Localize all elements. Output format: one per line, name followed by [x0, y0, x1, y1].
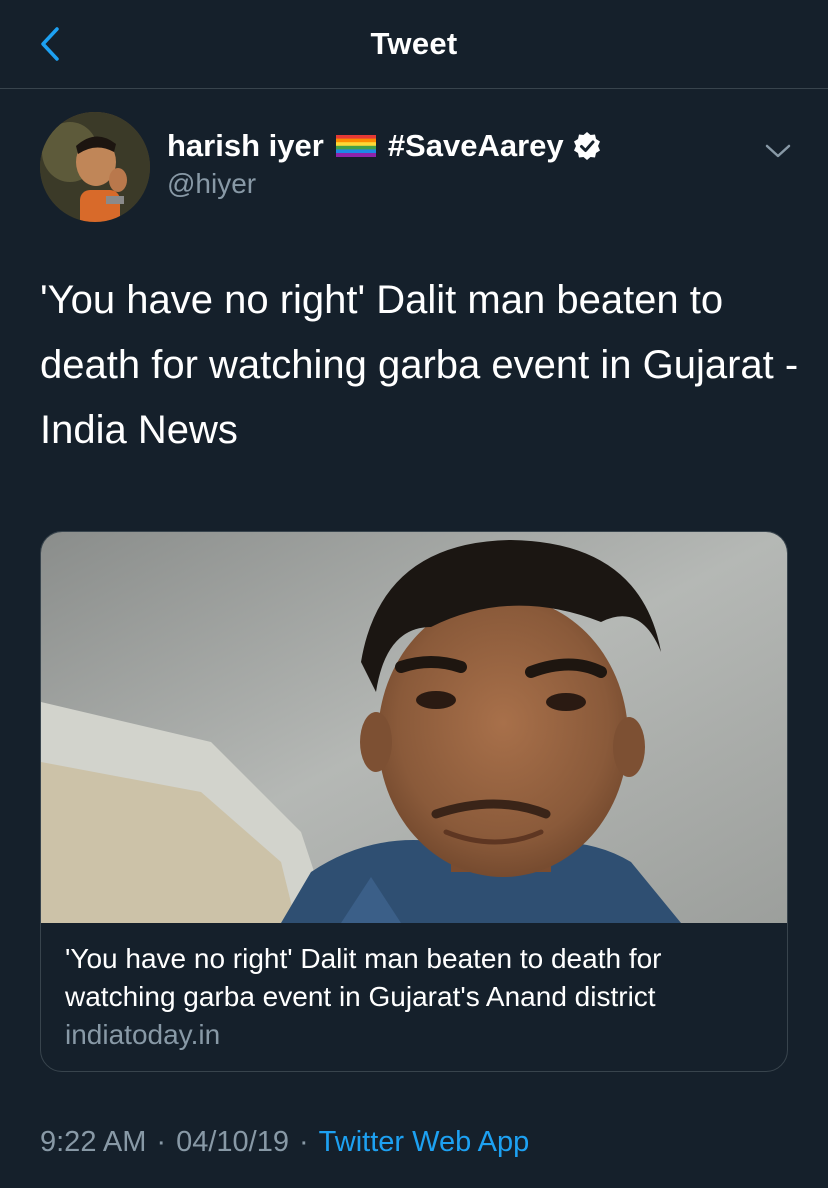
card-domain: indiatoday.in: [65, 1019, 221, 1050]
verified-badge-icon: [572, 131, 602, 161]
back-button[interactable]: [30, 24, 70, 64]
display-name[interactable]: harish iyer: [167, 128, 324, 164]
handle[interactable]: @hiyer: [167, 168, 602, 200]
avatar-photo: [40, 112, 150, 222]
tweet-date: 04/10/19: [176, 1125, 289, 1158]
rainbow-flag-icon: [335, 135, 376, 157]
tweet-menu-button[interactable]: [758, 136, 798, 166]
meta-separator: ·: [156, 1125, 167, 1158]
tweet-source-link[interactable]: Twitter Web App: [319, 1126, 530, 1159]
card-body: 'You have no right' Dalit man beaten to …: [65, 940, 775, 1054]
top-bar: Tweet: [0, 0, 828, 89]
card-title: 'You have no right' Dalit man beaten to …: [65, 943, 662, 1012]
tweet-author: harish iyer #SaveAarey @hiyer: [40, 112, 800, 224]
page-title: Tweet: [370, 26, 458, 61]
chevron-left-icon: [41, 27, 59, 61]
link-card[interactable]: 'You have no right' Dalit man beaten to …: [40, 531, 788, 1072]
hashtag: #SaveAarey: [387, 128, 564, 163]
tweet-time: 9:22 AM: [40, 1125, 147, 1158]
avatar[interactable]: [40, 112, 150, 222]
tweet-text: 'You have no right' Dalit man beaten to …: [40, 278, 799, 452]
chevron-down-icon: [765, 144, 791, 158]
card-image: [41, 532, 787, 923]
tweet-meta: 9:22 AM · 04/10/19 · Twitter Web App: [40, 1120, 529, 1164]
meta-separator: ·: [298, 1125, 309, 1158]
